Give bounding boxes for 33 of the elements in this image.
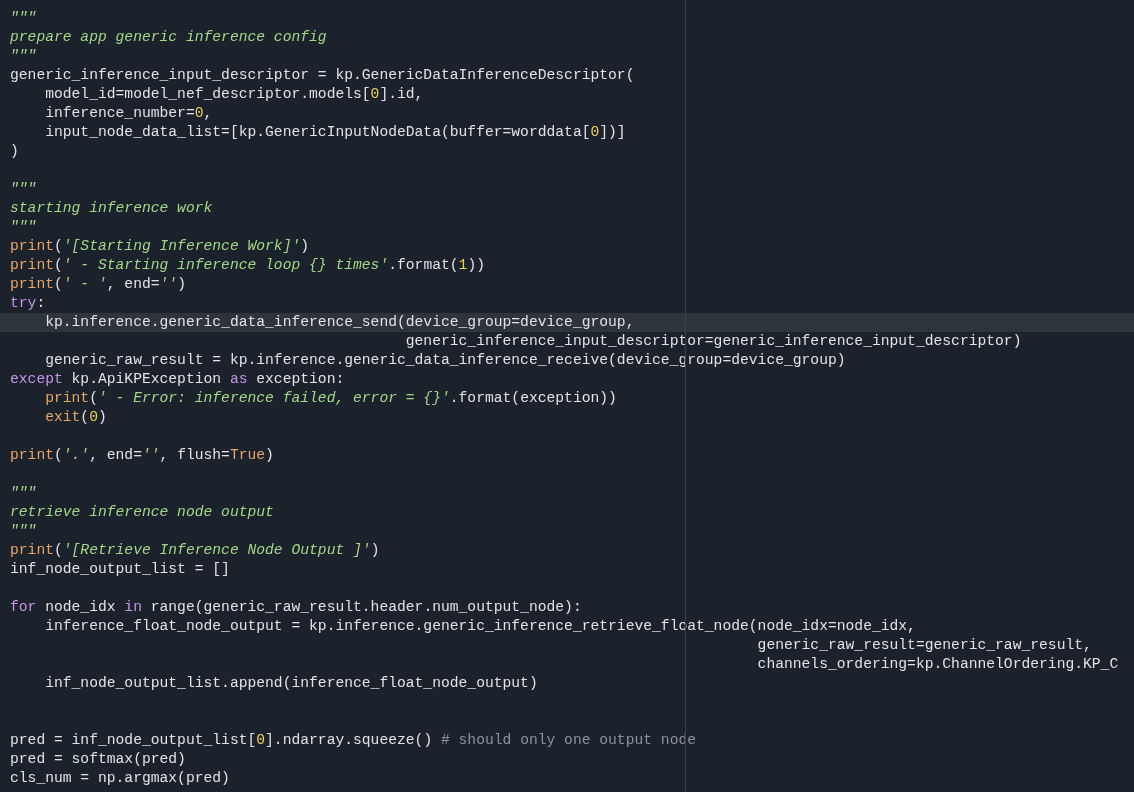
code-line: inference_float_node_output = kp.inference.generic_inference_retrieve_float_node(node_idx=node_idx, [44,617,917,636]
code-line: cls_num = np.argmax(pred) [9,769,231,788]
code-line: print('[Starting Inference Work]') [9,237,311,256]
code-line: starting inference work [9,199,214,218]
code-line: inference_number=0, [44,104,214,123]
code-line: print(' - ', end='') [9,275,187,294]
code-line: """ [9,484,38,503]
code-line: input_node_data_list=[kp.GenericInputNodeData(buffer=worddata[0])] [44,123,627,142]
code-line: generic_raw_result = kp.inference.generic_data_inference_receive(device_group=device_group) [44,351,847,370]
code-line: except kp.ApiKPException as exception: [9,370,346,389]
code-line: generic_raw_result=generic_raw_result, [756,636,1093,655]
code-line: """ [9,180,38,199]
code-line: prepare app generic inference config [9,28,328,47]
code-line: inf_node_output_list = [] [9,560,231,579]
code-line: generic_inference_input_descriptor = kp.GenericDataInferenceDescriptor( [9,66,636,85]
code-line: retrieve inference node output [9,503,275,522]
code-line: """ [9,47,38,66]
code-line: generic_inference_input_descriptor=generic_inference_input_descriptor) [404,332,1023,351]
code-line: """ [9,218,38,237]
code-line: try: [9,294,47,313]
code-line: ) [9,142,20,161]
code-line: model_id=model_nef_descriptor.models[0].id, [44,85,425,104]
code-line: """ [9,522,38,541]
code-line: inf_node_output_list.append(inference_float_node_output) [44,674,539,693]
code-line: exit(0) [44,408,108,427]
code-line: print('.', end='', flush=True) [9,446,275,465]
code-line: channels_ordering=kp.ChannelOrdering.KP_C [756,655,1120,674]
code-line: print(' - Error: inference failed, error = {}'.format(exception)) [44,389,618,408]
code-line: print('[Retrieve Inference Node Output ]') [9,541,381,560]
code-line: for node_idx in range(generic_raw_result.header.num_output_node): [9,598,583,617]
code-line: print(' - Starting inference loop {} times'.format(1)) [9,256,486,275]
code-line: pred = softmax(pred) [9,750,187,769]
code-line: """ [9,9,38,28]
